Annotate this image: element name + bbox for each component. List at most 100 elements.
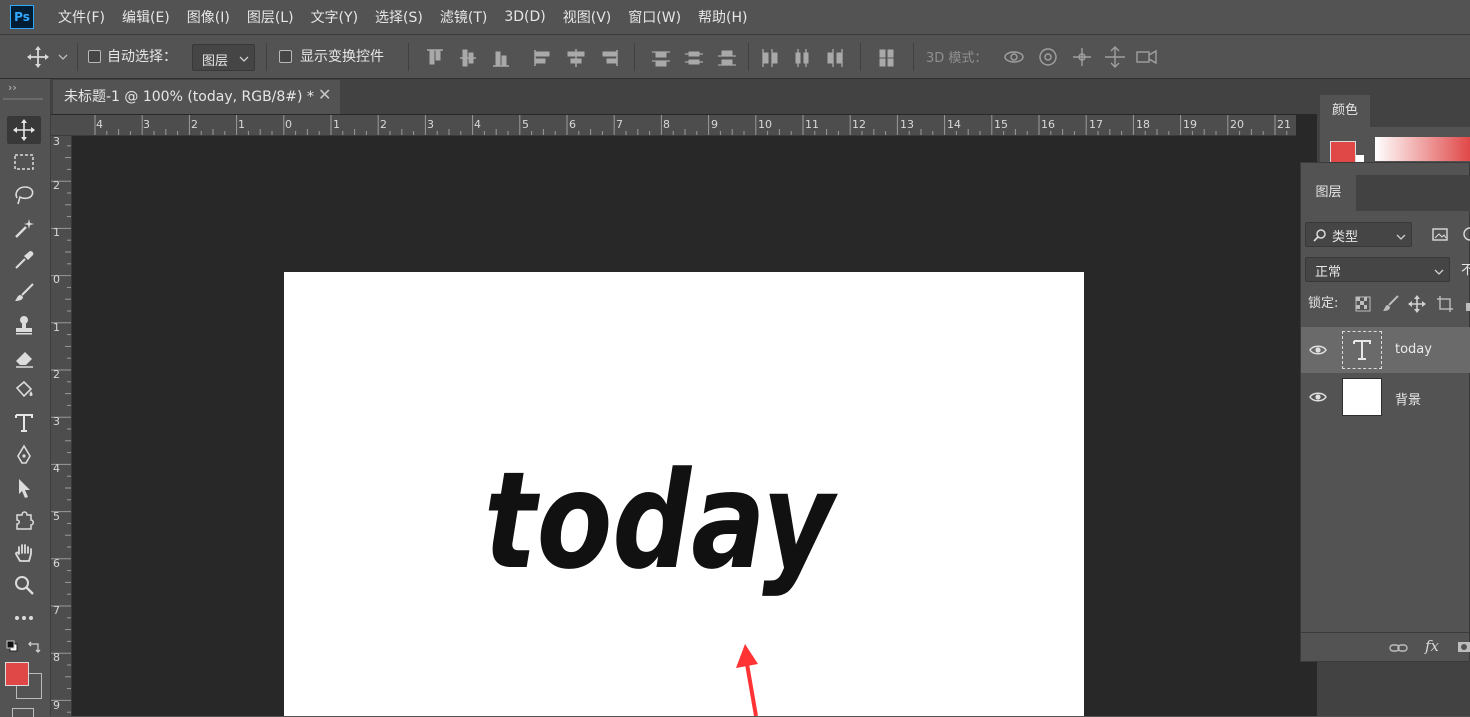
- more-tools[interactable]: [7, 604, 41, 632]
- layer-name[interactable]: today: [1395, 342, 1432, 357]
- layer-name[interactable]: 背景: [1395, 389, 1421, 408]
- eraser-icon: [16, 352, 33, 368]
- menu-3d[interactable]: 3D(D): [504, 9, 545, 25]
- ruler-label: 2: [191, 118, 198, 131]
- document-tab[interactable]: 未标题-1 @ 100% (today, RGB/8#) *: [53, 80, 340, 114]
- layers-panel-tab[interactable]: 图层: [1301, 175, 1356, 211]
- ruler-label: 0: [53, 273, 60, 286]
- custom-shape-tool[interactable]: [7, 506, 41, 534]
- menu-select[interactable]: 选择(S): [375, 7, 423, 27]
- eraser-tool[interactable]: [7, 344, 41, 372]
- layer-filter-dropdown[interactable]: 类型: [1305, 222, 1412, 247]
- vertical-ruler[interactable]: 3 2 1 0 1 2 3 4 5 6 7 8 9: [51, 135, 72, 716]
- lasso-tool[interactable]: [7, 181, 41, 209]
- color-panel: [1320, 127, 1470, 167]
- divider: [408, 43, 409, 71]
- lock-label: 锁定:: [1308, 296, 1339, 311]
- document-canvas[interactable]: today: [284, 272, 1084, 716]
- ruler-label: 7: [53, 604, 60, 617]
- lock-position-icon: [1408, 295, 1426, 313]
- ruler-label: 6: [53, 557, 60, 570]
- ruler-label: 14: [947, 118, 961, 131]
- layer-mask-icon[interactable]: [1457, 640, 1470, 654]
- swap-colors-icon[interactable]: [27, 640, 41, 654]
- default-colors-icon[interactable]: [6, 640, 18, 652]
- layer-row-today[interactable]: today: [1301, 327, 1470, 373]
- move-tool-preset-icon[interactable]: [26, 45, 70, 69]
- align-left-icon: [534, 50, 550, 66]
- distribute-hcenter-icon: [795, 49, 809, 67]
- brush-tool[interactable]: [7, 279, 41, 307]
- 3d-roll-icon: [1039, 48, 1057, 66]
- zoom-tool[interactable]: [7, 571, 41, 599]
- auto-select-target-dropdown[interactable]: 图层: [192, 44, 255, 71]
- paint-bucket-icon: [15, 380, 33, 398]
- move-icon: [13, 119, 35, 141]
- filter-adjustment-layer-icon[interactable]: [1462, 226, 1470, 242]
- ruler-label: 9: [53, 699, 60, 712]
- foreground-color-swatch[interactable]: [5, 662, 29, 686]
- menu-image[interactable]: 图像(I): [187, 7, 230, 27]
- distribute-top-icon: [652, 51, 670, 67]
- canvas-text-today[interactable]: today: [484, 443, 839, 599]
- lock-all-icon: [1466, 303, 1470, 311]
- visibility-eye-icon[interactable]: [1309, 389, 1327, 405]
- filter-pixel-layer-icon[interactable]: [1432, 226, 1448, 242]
- 3d-mode-icons: [1002, 45, 1162, 69]
- link-layers-icon[interactable]: [1389, 641, 1409, 655]
- ruler-label: 4: [474, 118, 481, 131]
- blend-mode-dropdown[interactable]: 正常: [1305, 257, 1450, 282]
- ruler-label: 11: [805, 118, 819, 131]
- chevron-down-icon: [239, 56, 249, 62]
- show-transform-label: 显示变换控件: [300, 49, 384, 65]
- ruler-label: 3: [53, 415, 60, 428]
- search-icon: [1313, 229, 1326, 242]
- visibility-eye-icon[interactable]: [1309, 342, 1327, 358]
- 3d-orbit-icon: [1004, 51, 1024, 63]
- paint-bucket-tool[interactable]: [7, 376, 41, 404]
- menu-help[interactable]: 帮助(H): [698, 7, 747, 27]
- menu-file[interactable]: 文件(F): [58, 7, 105, 27]
- menu-edit[interactable]: 编辑(E): [122, 7, 170, 27]
- auto-select-checkbox[interactable]: [88, 50, 101, 63]
- color-spectrum-ramp[interactable]: [1375, 137, 1470, 161]
- layer-row-background[interactable]: 背景: [1301, 374, 1470, 420]
- menu-window[interactable]: 窗口(W): [628, 7, 681, 27]
- magic-wand-tool[interactable]: [7, 214, 41, 242]
- path-selection-tool[interactable]: [7, 474, 41, 502]
- ruler-label: 8: [53, 651, 60, 664]
- move-tool[interactable]: [7, 116, 41, 144]
- close-tab-icon[interactable]: ✕: [318, 87, 332, 103]
- hand-icon: [15, 544, 32, 562]
- layer-effects-icon[interactable]: fx: [1425, 637, 1439, 655]
- align-vcenter-icon: [460, 49, 476, 67]
- menu-type[interactable]: 文字(Y): [311, 7, 358, 27]
- chevron-down-icon: [1396, 234, 1406, 240]
- ruler-label: 3: [427, 118, 434, 131]
- ruler-label: 3: [143, 118, 150, 131]
- marquee-tool[interactable]: [7, 148, 41, 176]
- type-tool[interactable]: [7, 409, 41, 437]
- color-panel-tab[interactable]: 颜色: [1320, 95, 1370, 127]
- align-right-icon: [602, 50, 618, 66]
- ruler-label: 1: [53, 226, 60, 239]
- divider: [748, 43, 749, 71]
- show-transform-checkbox[interactable]: [279, 50, 292, 63]
- lock-artboard-icon: [1437, 296, 1453, 312]
- hand-tool[interactable]: [7, 539, 41, 567]
- menu-view[interactable]: 视图(V): [563, 7, 612, 27]
- collapse-arrows-icon[interactable]: ››: [8, 81, 17, 94]
- clone-stamp-tool[interactable]: [7, 311, 41, 339]
- horizontal-ruler[interactable]: 4 3 2 1 0 1 2 3 4 5 6 7 8 9 10 11 12 13 …: [51, 115, 1296, 136]
- divider: [266, 43, 267, 71]
- ruler-label: 1: [53, 321, 60, 334]
- menu-filter[interactable]: 滤镜(T): [440, 7, 487, 27]
- magic-wand-icon: [15, 219, 34, 238]
- eyedropper-tool[interactable]: [7, 246, 41, 274]
- pen-tool[interactable]: [7, 441, 41, 469]
- ruler-label: 13: [900, 118, 914, 131]
- divider: [634, 43, 635, 71]
- divider: [77, 43, 78, 71]
- menu-layer[interactable]: 图层(L): [247, 7, 294, 27]
- ruler-label: 1: [238, 118, 245, 131]
